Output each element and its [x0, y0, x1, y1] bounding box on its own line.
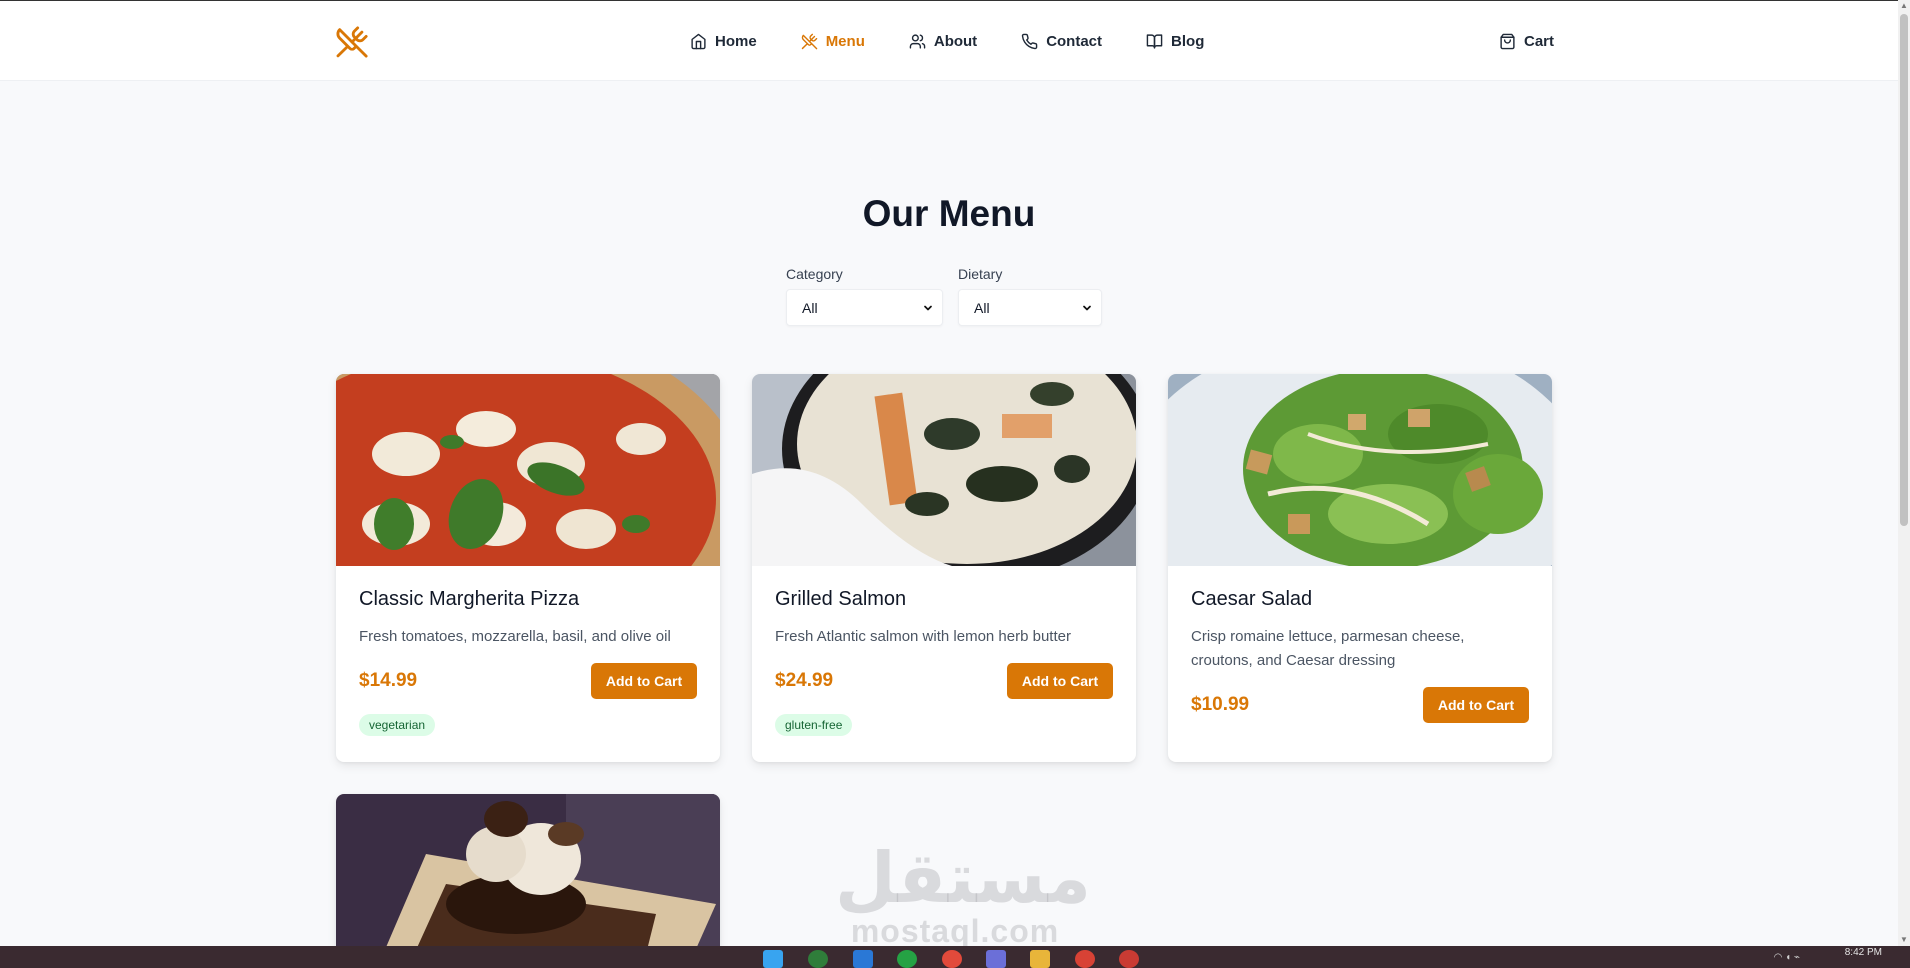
menu-item-name: Classic Margherita Pizza	[359, 588, 580, 610]
menu-item-description: Fresh Atlantic salmon with lemon herb bu…	[775, 628, 1071, 645]
nav-item-menu[interactable]: Menu	[801, 26, 865, 56]
menu-item-description: Crisp romaine lettuce, parmesan cheese, …	[1191, 628, 1465, 669]
users-icon	[909, 33, 926, 49]
home-icon	[691, 33, 706, 49]
dietary-tag: vegetarian	[359, 714, 436, 736]
windows-start-icon[interactable]	[763, 950, 783, 968]
menu-card-body: Grilled Salmon Fresh Atlantic salmon wit…	[752, 566, 1136, 736]
app-icon[interactable]	[1119, 950, 1139, 968]
salmon-image	[752, 374, 1136, 566]
menu-item-name: Grilled Salmon	[775, 588, 907, 610]
menu-item-price: $10.99	[1191, 694, 1250, 715]
brand-logo[interactable]	[335, 25, 369, 59]
menu-card: Caesar Salad Crisp romaine lettuce, parm…	[1168, 374, 1552, 762]
add-to-cart-button[interactable]: Add to Cart	[591, 663, 697, 699]
dietary-tag: gluten-free	[775, 714, 853, 736]
category-filter: Category All	[786, 266, 943, 326]
pizza-illustration	[336, 374, 720, 566]
page-scrollbar[interactable]: ▲ ▼	[1898, 0, 1910, 946]
nav-item-blog[interactable]: Blog	[1146, 26, 1204, 56]
menu-item-price: $14.99	[359, 670, 418, 691]
teams-icon[interactable]	[986, 950, 1006, 968]
dietary-select-value: All	[974, 299, 990, 316]
dietary-filter: Dietary All	[958, 266, 1102, 326]
phone-icon	[1021, 33, 1038, 49]
salad-image	[1168, 374, 1552, 566]
whatsapp-icon[interactable]	[897, 950, 917, 968]
dietary-select[interactable]: All	[958, 289, 1102, 326]
shopping-bag-icon	[1500, 33, 1515, 49]
pizza-image	[336, 374, 720, 566]
menu-card-body: Classic Margherita Pizza Fresh tomatoes,…	[336, 566, 720, 736]
utensils-crossed-icon	[336, 26, 368, 58]
nav-item-contact[interactable]: Contact	[1021, 26, 1102, 56]
chevron-down-icon	[1083, 305, 1091, 310]
watermark-latin: mostaql.com	[850, 913, 1060, 949]
nav-item-label: Home	[715, 32, 757, 50]
taskbar-clock: 8:42 PM	[1844, 947, 1882, 958]
system-tray-icons[interactable]: ◠ ◖ ⌁	[1774, 952, 1800, 963]
folder-icon[interactable]	[1030, 950, 1050, 968]
watermark: مستقل mostaql.com	[835, 837, 1092, 949]
brownie-illustration	[336, 794, 720, 968]
app-icon[interactable]	[1075, 950, 1095, 968]
menu-card: Classic Margherita Pizza Fresh tomatoes,…	[336, 374, 720, 762]
editor-icon[interactable]	[853, 950, 873, 968]
menu-card-footer: $24.99 Add to Cart	[775, 663, 1113, 699]
menu-card: Grilled Salmon Fresh Atlantic salmon wit…	[752, 374, 1136, 762]
main-nav: Home Menu About Contact Blog	[690, 26, 1248, 56]
menu-item-name: Caesar Salad	[1191, 588, 1313, 610]
cart-label: Cart	[1524, 32, 1555, 50]
menu-item-description: Fresh tomatoes, mozzarella, basil, and o…	[359, 628, 671, 645]
menu-card-body: Caesar Salad Crisp romaine lettuce, parm…	[1168, 566, 1552, 723]
scroll-up-arrow-icon[interactable]: ▲	[1900, 2, 1908, 10]
nav-item-label: About	[933, 32, 978, 50]
nav-item-label: Blog	[1171, 32, 1205, 50]
nav-item-about[interactable]: About	[909, 26, 977, 56]
cart-link[interactable]: Cart	[1499, 26, 1554, 56]
menu-card-footer: $14.99 Add to Cart	[359, 663, 697, 699]
category-select-value: All	[802, 299, 818, 316]
chevron-down-icon	[924, 305, 932, 310]
os-taskbar: ◠ ◖ ⌁ 8:42 PM	[0, 946, 1910, 968]
category-filter-label: Category	[786, 266, 843, 282]
nav-item-label: Contact	[1046, 32, 1103, 50]
add-to-cart-button[interactable]: Add to Cart	[1423, 687, 1529, 723]
add-to-cart-button[interactable]: Add to Cart	[1007, 663, 1113, 699]
dietary-filter-label: Dietary	[958, 266, 1003, 282]
browser-icon[interactable]	[808, 950, 828, 968]
scroll-thumb[interactable]	[1900, 14, 1908, 526]
page-title: Our Menu	[862, 193, 1036, 234]
nav-item-home[interactable]: Home	[690, 26, 757, 56]
menu-item-price: $24.99	[775, 670, 834, 691]
utensils-crossed-icon	[801, 33, 817, 49]
menu-card-footer: $10.99 Add to Cart	[1191, 687, 1529, 723]
menu-card	[336, 794, 720, 968]
salmon-illustration	[752, 374, 1136, 566]
chrome-icon[interactable]	[942, 950, 962, 968]
category-select[interactable]: All	[786, 289, 943, 326]
watermark-arabic: مستقل	[835, 837, 1092, 919]
book-open-icon	[1146, 33, 1163, 49]
nav-item-label: Menu	[825, 32, 865, 50]
salad-illustration	[1168, 374, 1552, 566]
brownie-image	[336, 794, 720, 968]
top-navbar: Home Menu About Contact Blog Cart	[0, 1, 1898, 81]
scroll-down-arrow-icon[interactable]: ▼	[1900, 936, 1908, 944]
